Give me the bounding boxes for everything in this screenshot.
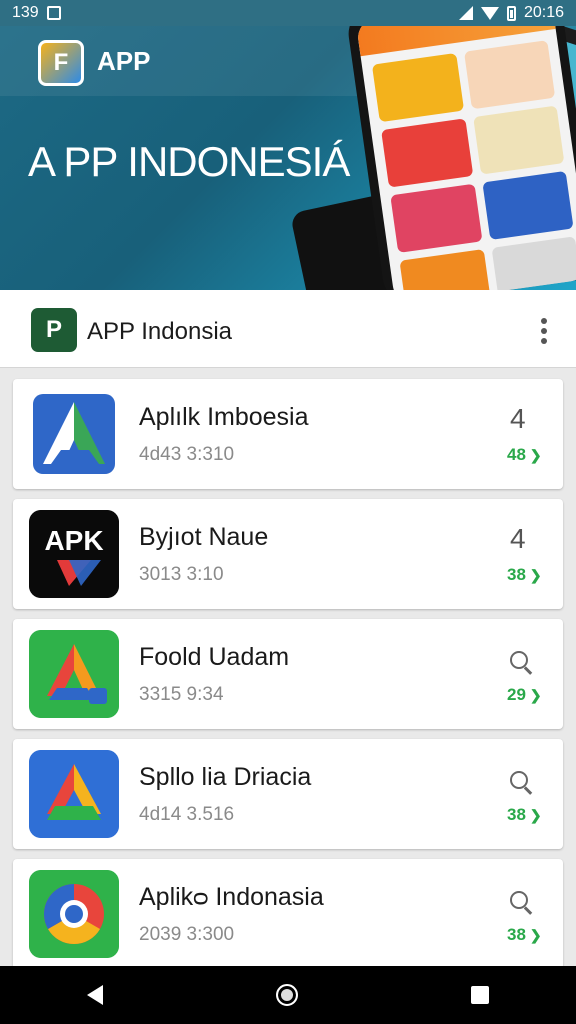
drive-tri-icon — [29, 750, 119, 838]
recents-icon[interactable] — [471, 986, 490, 1004]
app-score[interactable]: 38 ❯ — [507, 565, 542, 585]
search-icon[interactable] — [510, 771, 536, 797]
wifi-icon — [480, 6, 499, 20]
search-icon[interactable] — [510, 891, 536, 917]
app-meta: 2039 3:300 — [139, 924, 235, 945]
hero-brand: APP — [97, 46, 151, 76]
system-nav-bar — [0, 966, 576, 1024]
list-item[interactable]: APK Byjıot Naue 3013 3:10 4 38 ❯ — [13, 499, 563, 609]
chevron-right-icon: ❯ — [529, 927, 542, 943]
drive-green-icon — [29, 630, 119, 718]
list-item[interactable]: Aplılk Imboesia 4d43 3:310 4 48 ❯ — [13, 379, 563, 489]
chevron-right-icon: ❯ — [529, 567, 542, 583]
app-name: Foold Uadam — [139, 643, 290, 671]
hero-logo-icon: F — [38, 40, 84, 86]
home-icon[interactable] — [275, 984, 298, 1006]
score-value: 38 — [507, 565, 526, 584]
apk-icon: APK — [29, 510, 119, 598]
app-logo-icon: P — [31, 308, 77, 352]
app-rank: 4 — [510, 523, 526, 554]
toolbar-title: APP Indonsia — [87, 318, 232, 345]
battery-icon — [506, 5, 516, 21]
app-name: Spllo lia Driacia — [139, 763, 312, 791]
list-item[interactable]: Aplikᴑ Indonasia 2039 3:300 38 ❯ — [13, 859, 563, 966]
score-value: 38 — [507, 805, 526, 824]
list-item[interactable]: Spllo lia Driacia 4d14 3.516 38 ❯ — [13, 739, 563, 849]
list-item[interactable]: Foold Uadam 3315 9:34 29 ❯ — [13, 619, 563, 729]
app-name: Aplikᴑ Indonasia — [139, 883, 324, 911]
hero-title: A PP INDONESIÁ — [28, 138, 350, 185]
phone-illustration — [345, 0, 576, 290]
app-toolbar: P APP Indonsia — [0, 290, 576, 368]
app-meta: 4d14 3.516 — [139, 804, 235, 825]
app-score[interactable]: 38 ❯ — [507, 805, 542, 825]
chevron-right-icon: ❯ — [529, 687, 542, 703]
app-name: Byjıot Naue — [139, 523, 269, 551]
apk-label: APK — [44, 525, 103, 556]
app-name: Aplılk Imboesia — [139, 403, 309, 431]
status-time-left: 139 — [12, 4, 39, 21]
app-score[interactable]: 48 ❯ — [507, 445, 542, 465]
more-vert-icon[interactable] — [537, 318, 551, 344]
search-icon[interactable] — [510, 651, 536, 677]
status-bar: 139 20:16 — [0, 0, 576, 26]
app-list: Aplılk Imboesia 4d43 3:310 4 48 ❯ APK Byj… — [0, 368, 576, 966]
signal-icon — [458, 6, 473, 20]
image-notification-icon — [46, 6, 61, 20]
app-meta: 4d43 3:310 — [139, 444, 235, 465]
app-meta: 3013 3:10 — [139, 564, 224, 585]
chevron-right-icon: ❯ — [529, 807, 542, 823]
chevron-right-icon: ❯ — [529, 447, 542, 463]
drive-blue-icon — [29, 390, 119, 478]
chrome-icon — [29, 870, 119, 958]
app-score[interactable]: 29 ❯ — [507, 685, 542, 705]
app-meta: 3315 9:34 — [139, 684, 224, 705]
app-rank: 4 — [510, 403, 526, 434]
score-value: 38 — [507, 925, 526, 944]
hero-banner: F APP A PP INDONESIÁ — [0, 0, 576, 290]
score-value: 29 — [507, 685, 526, 704]
back-icon[interactable] — [86, 985, 103, 1005]
status-time-right: 20:16 — [523, 4, 564, 21]
app-score[interactable]: 38 ❯ — [507, 925, 542, 945]
score-value: 48 — [507, 445, 526, 464]
